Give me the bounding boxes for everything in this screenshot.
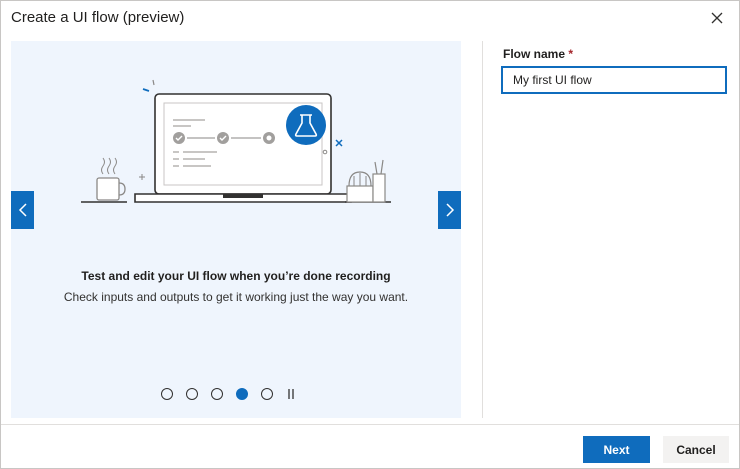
flow-name-label: Flow name * <box>503 47 573 61</box>
close-button[interactable] <box>709 10 725 26</box>
previous-slide-button[interactable] <box>11 191 34 229</box>
slide-description: Check inputs and outputs to get it worki… <box>63 290 409 304</box>
chevron-left-icon <box>18 203 27 217</box>
pause-button[interactable] <box>284 386 298 402</box>
onboarding-carousel: Test and edit your UI flow when you’re d… <box>11 41 461 418</box>
next-slide-button[interactable] <box>438 191 461 229</box>
slide-dot-1[interactable] <box>161 388 173 400</box>
slide-dot-5[interactable] <box>261 388 273 400</box>
recording-illustration <box>81 79 391 203</box>
slide-dot-3[interactable] <box>211 388 223 400</box>
dialog-header: Create a UI flow (preview) <box>1 1 739 37</box>
dialog-title: Create a UI flow (preview) <box>11 9 185 26</box>
slide-heading: Test and edit your UI flow when you’re d… <box>81 269 391 283</box>
flow-name-label-text: Flow name <box>503 47 566 61</box>
panel-divider <box>482 41 483 418</box>
cancel-button[interactable]: Cancel <box>663 436 729 463</box>
flow-name-input[interactable] <box>501 66 727 94</box>
pause-icon <box>288 389 294 399</box>
next-button[interactable]: Next <box>583 436 650 463</box>
slide-indicator <box>161 386 298 402</box>
create-ui-flow-dialog: Create a UI flow (preview) Test and edit… <box>0 0 740 469</box>
required-marker: * <box>568 47 574 61</box>
chevron-right-icon <box>445 203 454 217</box>
slide-dot-2[interactable] <box>186 388 198 400</box>
slide-dot-4[interactable] <box>236 388 248 400</box>
close-icon <box>711 12 723 24</box>
footer-divider <box>1 424 739 425</box>
